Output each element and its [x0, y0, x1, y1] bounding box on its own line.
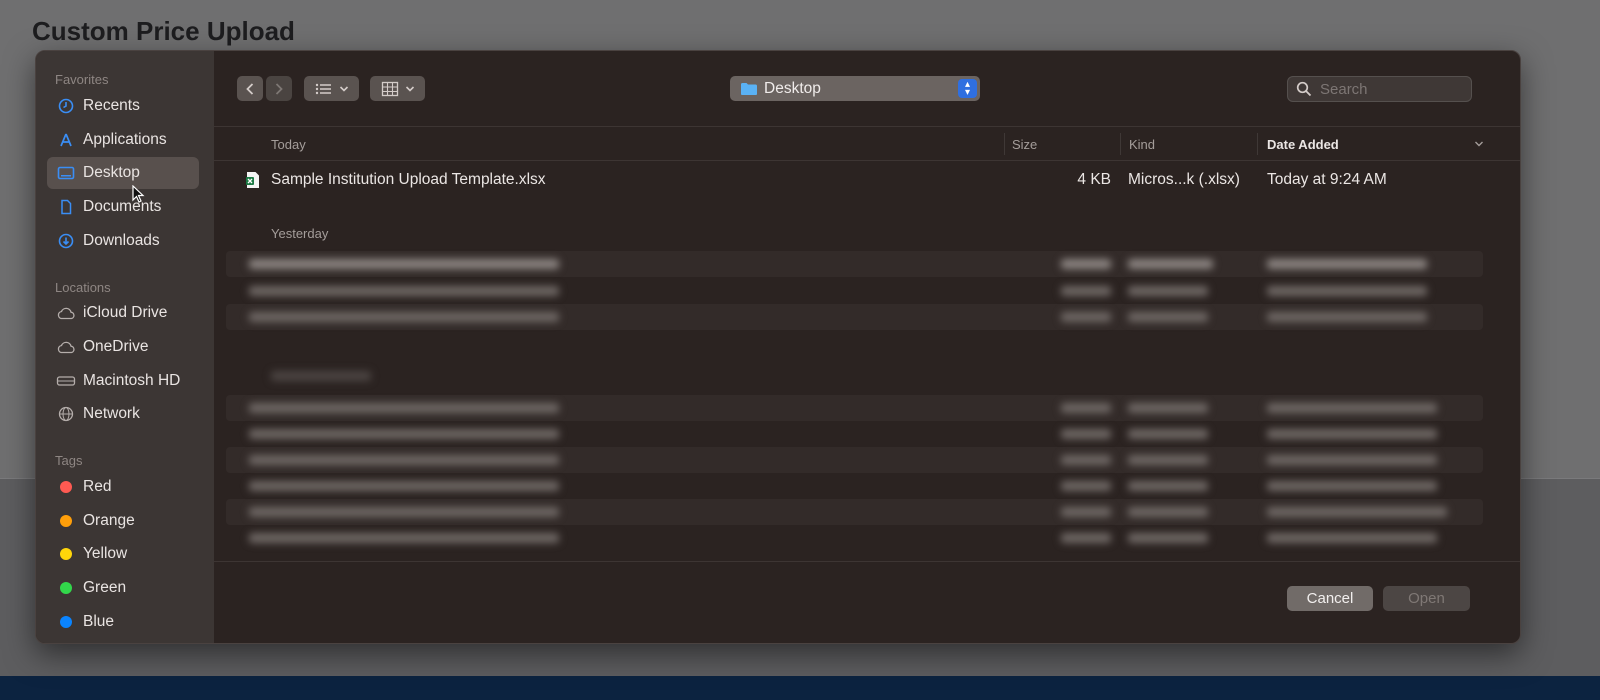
- file-row-redacted[interactable]: [226, 395, 1483, 421]
- bottom-bar: [0, 676, 1600, 700]
- search-field[interactable]: Search: [1287, 76, 1472, 102]
- sidebar-item-label: Applications: [83, 131, 167, 148]
- locations-section-label: Locations: [55, 280, 111, 295]
- download-icon: [56, 231, 76, 251]
- group-by-button[interactable]: [370, 76, 425, 101]
- file-row-redacted[interactable]: [226, 421, 1483, 447]
- sidebar-item-label: Green: [83, 579, 127, 596]
- sidebar-item-label: Documents: [83, 198, 162, 215]
- applications-icon: [56, 130, 76, 150]
- sidebar-item-tag-red[interactable]: Red: [47, 471, 199, 503]
- cloud-icon: [56, 337, 76, 357]
- group-label-yesterday: Yesterday: [271, 226, 329, 241]
- sidebar-item-network[interactable]: Network: [47, 398, 199, 430]
- file-row[interactable]: Sample Institution Upload Template.xlsx …: [226, 167, 1483, 193]
- file-row-redacted[interactable]: [226, 251, 1483, 277]
- chevron-down-icon: [405, 85, 414, 92]
- sidebar-item-tag-green[interactable]: Green: [47, 572, 199, 604]
- search-placeholder: Search: [1320, 80, 1368, 98]
- document-icon: [56, 197, 76, 217]
- column-header-size[interactable]: Size: [1012, 137, 1037, 152]
- column-header-kind[interactable]: Kind: [1129, 137, 1155, 152]
- sidebar-item-onedrive[interactable]: OneDrive: [47, 331, 199, 363]
- sidebar-item-label: OneDrive: [83, 338, 149, 355]
- sidebar-item-label: Desktop: [83, 164, 140, 181]
- location-popup[interactable]: Desktop ▴ ▾: [730, 76, 980, 101]
- sidebar-item-icloud-drive[interactable]: iCloud Drive: [47, 297, 199, 329]
- column-divider: [1257, 133, 1258, 155]
- column-divider: [1120, 133, 1121, 155]
- sidebar-item-documents[interactable]: Documents: [47, 191, 199, 223]
- folder-icon: [741, 82, 757, 95]
- sidebar-item-label: Recents: [83, 97, 140, 114]
- file-row-redacted[interactable]: [226, 525, 1483, 551]
- sidebar: Favorites Recents Applications Desktop D…: [36, 51, 214, 643]
- popup-arrows-icon: ▴ ▾: [958, 79, 977, 98]
- list-view-icon: [315, 83, 331, 94]
- file-kind: Micros...k (.xlsx): [1128, 171, 1240, 188]
- file-date-added: Today at 9:24 AM: [1267, 171, 1387, 188]
- sidebar-item-label: Yellow: [83, 545, 128, 562]
- file-size: 4 KB: [1077, 171, 1111, 188]
- file-row-redacted[interactable]: [226, 447, 1483, 473]
- orange-tag-dot-icon: [60, 515, 72, 527]
- current-folder-label: Desktop: [764, 79, 821, 97]
- clock-icon: [56, 96, 76, 116]
- green-tag-dot-icon: [60, 582, 72, 594]
- file-browser: Desktop ▴ ▾ Search Today Size Kind Date A…: [214, 51, 1520, 643]
- back-button[interactable]: [237, 76, 263, 101]
- file-row-redacted[interactable]: [226, 304, 1483, 330]
- sidebar-item-downloads[interactable]: Downloads: [47, 225, 199, 257]
- search-icon: [1296, 81, 1312, 97]
- sidebar-item-label: iCloud Drive: [83, 304, 168, 321]
- chevron-down-icon: [339, 85, 348, 92]
- column-header-date-added[interactable]: Date Added: [1267, 137, 1339, 152]
- sidebar-item-tag-orange[interactable]: Orange: [47, 505, 199, 537]
- sidebar-item-label: Blue: [83, 613, 115, 630]
- sidebar-item-applications[interactable]: Applications: [47, 124, 199, 156]
- favorites-section-label: Favorites: [55, 72, 109, 87]
- column-divider: [1004, 133, 1005, 155]
- file-row-redacted[interactable]: [226, 499, 1483, 525]
- sidebar-item-label: Red: [83, 478, 112, 495]
- tags-section-label: Tags: [55, 453, 83, 468]
- sidebar-item-label: Network: [83, 405, 140, 422]
- footer-divider: [214, 561, 1520, 562]
- column-header-name[interactable]: Today: [271, 137, 306, 152]
- sidebar-item-tag-yellow[interactable]: Yellow: [47, 538, 199, 570]
- disk-icon: [56, 371, 76, 391]
- file-row-redacted[interactable]: [226, 278, 1483, 304]
- red-tag-dot-icon: [60, 481, 72, 493]
- sidebar-item-label: Orange: [83, 512, 135, 529]
- sidebar-item-macintosh-hd[interactable]: Macintosh HD: [47, 365, 199, 397]
- file-open-dialog: Favorites Recents Applications Desktop D…: [35, 50, 1521, 644]
- column-header-row: Today Size Kind Date Added: [214, 127, 1520, 161]
- mouse-cursor-icon: [132, 185, 145, 203]
- blue-tag-dot-icon: [60, 616, 72, 628]
- cancel-button[interactable]: Cancel: [1287, 586, 1373, 611]
- desktop-icon: [56, 163, 76, 183]
- chevron-left-icon: [246, 82, 254, 95]
- group-label-redacted: [271, 371, 371, 381]
- sidebar-item-label: Downloads: [83, 232, 160, 249]
- file-row-redacted[interactable]: [226, 473, 1483, 499]
- sidebar-item-desktop[interactable]: Desktop: [47, 157, 199, 189]
- view-list-button[interactable]: [304, 76, 359, 101]
- sort-chevron-icon: [1475, 141, 1483, 147]
- sidebar-item-recents[interactable]: Recents: [47, 90, 199, 122]
- sidebar-item-tag-blue[interactable]: Blue: [47, 606, 199, 638]
- sidebar-item-label: Macintosh HD: [83, 372, 181, 389]
- globe-icon: [56, 404, 76, 424]
- forward-button[interactable]: [266, 76, 292, 101]
- page-title: Custom Price Upload: [32, 16, 295, 46]
- yellow-tag-dot-icon: [60, 548, 72, 560]
- toolbar: Desktop ▴ ▾ Search: [214, 51, 1520, 127]
- cloud-icon: [56, 303, 76, 323]
- open-button[interactable]: Open: [1383, 586, 1470, 611]
- chevron-right-icon: [275, 82, 283, 95]
- grid-icon: [381, 81, 398, 96]
